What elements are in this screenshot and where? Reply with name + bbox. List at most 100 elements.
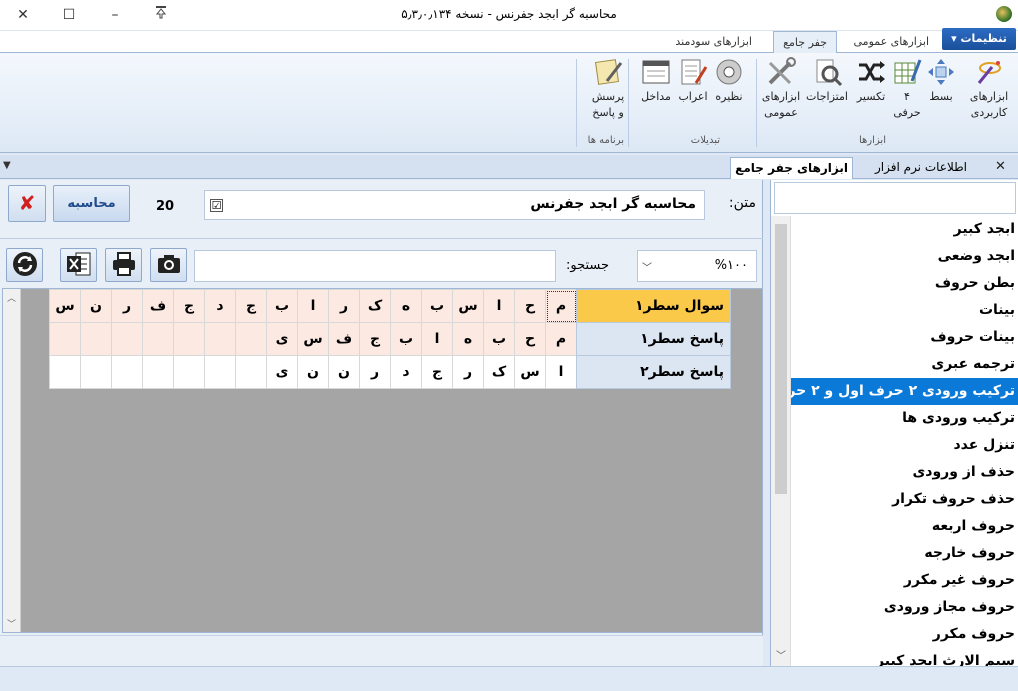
expand-button[interactable]: بسط [924, 57, 958, 105]
grid-cell[interactable] [235, 355, 267, 389]
grid-cell[interactable]: ک [483, 355, 515, 389]
grid-cell[interactable]: ن [297, 355, 329, 389]
grid-cell[interactable]: ن [328, 355, 360, 389]
grid-cell[interactable] [49, 355, 81, 389]
list-item[interactable]: حذف حروف تکرار [771, 486, 1018, 513]
grid-cell[interactable]: ج [173, 289, 205, 323]
grid-cell[interactable]: ب [421, 289, 453, 323]
four-letter-button[interactable]: ۴ حرفی [890, 57, 924, 121]
text-checkbox[interactable]: ☑ [210, 199, 223, 212]
close-tab-icon[interactable]: ✕ [995, 159, 1006, 174]
grid-cell[interactable]: س [452, 289, 484, 323]
list-item[interactable]: ابجد کبیر [771, 216, 1018, 243]
grid-cell[interactable]: م [545, 322, 577, 356]
grid-cell[interactable]: ر [111, 289, 143, 323]
list-item[interactable]: ترجمه عبری [771, 351, 1018, 378]
list-item[interactable]: ترکیب ورودی ۲ حرف اول و ۲ حرف [771, 378, 1018, 405]
list-item[interactable]: تنزل عدد [771, 432, 1018, 459]
function-search-input[interactable] [774, 182, 1016, 214]
list-item[interactable]: حروف مجاز ورودی [771, 594, 1018, 621]
grid-cell[interactable]: ج [235, 289, 267, 323]
list-item[interactable]: ابجد وضعی [771, 243, 1018, 270]
grid-cell[interactable]: ی [266, 322, 298, 356]
grid-cell[interactable]: ه [452, 322, 484, 356]
grid-cell[interactable]: ا [297, 289, 329, 323]
grid-cell[interactable]: ی [266, 355, 298, 389]
grid-cell[interactable]: ح [514, 289, 546, 323]
grid-cell[interactable]: ف [142, 289, 174, 323]
screenshot-button[interactable] [150, 248, 187, 282]
refresh-button[interactable] [6, 248, 43, 282]
row-header[interactable]: پاسخ سطر۱ [576, 322, 731, 356]
list-item[interactable]: بینات [771, 297, 1018, 324]
tab-software-info[interactable]: اطلاعات نرم افزار [871, 157, 971, 179]
qa-button[interactable]: پرسش و پاسخ [588, 57, 628, 121]
grid-cell[interactable] [142, 322, 174, 356]
list-scrollbar[interactable]: ﹀ [771, 216, 791, 666]
grid-cell[interactable]: س [297, 322, 329, 356]
grid-cell[interactable]: ر [452, 355, 484, 389]
grid-cell[interactable]: د [204, 289, 236, 323]
grid-cell[interactable]: ف [328, 322, 360, 356]
grid-cell[interactable] [142, 355, 174, 389]
grid-cell[interactable]: ا [421, 322, 453, 356]
tab-jafr-jame[interactable]: جفر جامع [773, 31, 837, 54]
scroll-thumb[interactable] [775, 224, 787, 494]
mixtures-button[interactable]: امتزاجات [804, 57, 850, 105]
grid-cell[interactable] [49, 322, 81, 356]
grid-cell[interactable]: ه [390, 289, 422, 323]
scroll-up-icon[interactable]: ︿ [7, 291, 16, 304]
panel-splitter[interactable] [0, 238, 763, 244]
list-item[interactable]: حروف اربعه [771, 513, 1018, 540]
grid-cell[interactable] [173, 322, 205, 356]
diacritics-button[interactable]: اعراب [676, 57, 710, 105]
grid-cell[interactable]: ر [328, 289, 360, 323]
list-item[interactable]: حروف مکرر [771, 621, 1018, 648]
search-input[interactable] [194, 250, 556, 282]
user-tools-button[interactable]: ابزارهای کاربردی [966, 57, 1012, 121]
tab-jafr-tools[interactable]: ابزارهای جفر جامع [730, 157, 853, 179]
grid-cell[interactable]: م [545, 289, 577, 323]
general-tools-button[interactable]: ابزارهای عمومی [758, 57, 804, 121]
list-item[interactable]: حذف از ورودی [771, 459, 1018, 486]
grid-cell[interactable]: ک [359, 289, 391, 323]
panel-dropdown-icon[interactable]: ▼ [3, 160, 11, 171]
grid-cell[interactable] [80, 355, 112, 389]
grid-cell[interactable] [173, 355, 205, 389]
grid-cell[interactable]: ب [390, 322, 422, 356]
cancel-button[interactable]: ✘ [8, 185, 46, 222]
break-button[interactable]: تکسیر [854, 57, 888, 105]
result-grid[interactable]: ︿ ﹀ سوال سطر۱ م ح ا س ب ه ک ر ا ب ج د ج ف ر ن س پاسخ سطر۱ م… [2, 288, 763, 633]
settings-button[interactable]: تنظیمات ▾ [942, 28, 1016, 50]
grid-cell[interactable]: س [514, 355, 546, 389]
text-input[interactable]: محاسبه گر ابجد جفرنس ☑ [204, 190, 705, 220]
grid-cell[interactable]: ج [359, 322, 391, 356]
entries-button[interactable]: مداخل [638, 57, 674, 105]
grid-cell[interactable]: ر [359, 355, 391, 389]
grid-cell[interactable] [204, 322, 236, 356]
grid-cell[interactable]: س [49, 289, 81, 323]
excel-export-button[interactable] [60, 248, 97, 282]
grid-cell[interactable]: ن [80, 289, 112, 323]
grid-cell[interactable]: ح [514, 322, 546, 356]
row-header[interactable]: پاسخ سطر۲ [576, 355, 731, 389]
list-item[interactable]: ترکیب ورودی ها [771, 405, 1018, 432]
counterpart-button[interactable]: نظیره [712, 57, 746, 105]
zoom-select[interactable]: ١٠٠% ﹀ [637, 250, 757, 282]
grid-cell[interactable]: ب [266, 289, 298, 323]
list-item[interactable]: حروف خارجه [771, 540, 1018, 567]
grid-cell[interactable]: ا [483, 289, 515, 323]
scroll-down-icon[interactable]: ﹀ [776, 647, 786, 662]
list-item[interactable]: سیم الارث ابجد کبیر [771, 648, 1018, 666]
grid-cell[interactable] [235, 322, 267, 356]
grid-cell[interactable] [111, 355, 143, 389]
list-item[interactable]: بطن حروف [771, 270, 1018, 297]
grid-cell[interactable]: ب [483, 322, 515, 356]
grid-cell[interactable] [111, 322, 143, 356]
grid-cell[interactable]: د [390, 355, 422, 389]
calculate-button[interactable]: محاسبه [53, 185, 130, 222]
list-item[interactable]: حروف غیر مکرر [771, 567, 1018, 594]
tab-general-tools[interactable]: ابزارهای عمومی [845, 31, 938, 53]
grid-scrollbar[interactable]: ︿ ﹀ [3, 289, 21, 632]
tab-useful-tools[interactable]: ابزارهای سودمند [666, 31, 761, 53]
